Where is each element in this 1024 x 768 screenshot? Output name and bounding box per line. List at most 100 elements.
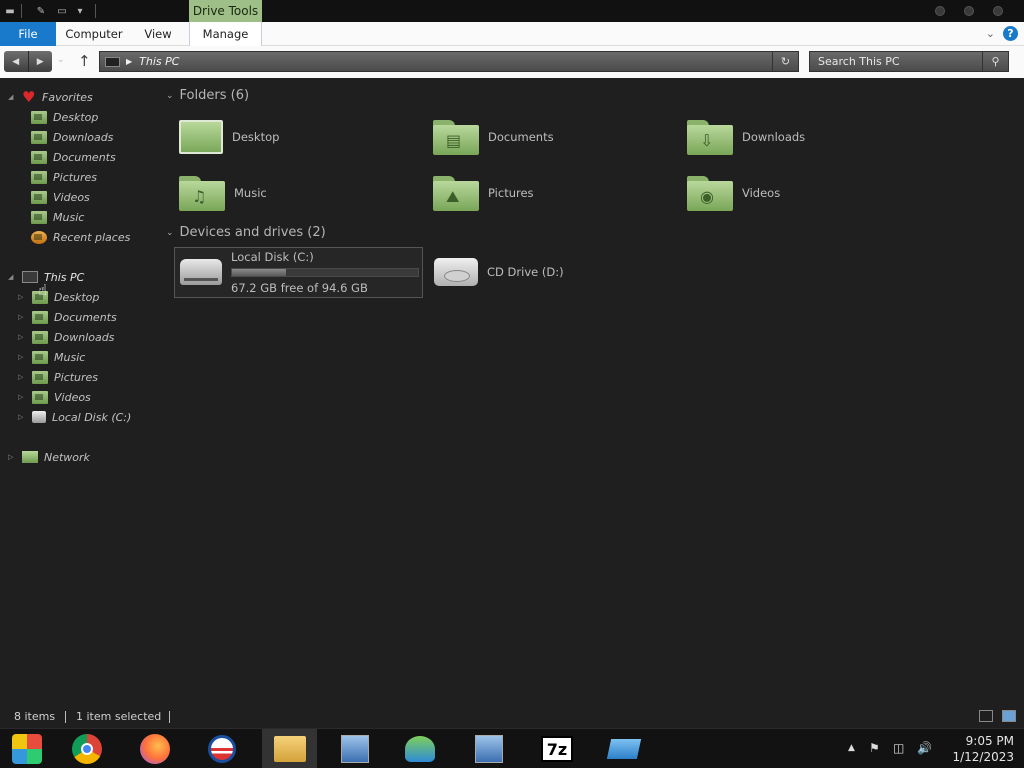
- breadcrumb-this-pc[interactable]: This PC: [139, 55, 179, 68]
- nav-pc-desktop[interactable]: ▷ Desktop: [18, 288, 99, 306]
- hard-drive-icon: [32, 411, 46, 423]
- details-view-icon[interactable]: [979, 710, 993, 722]
- folder-label: Music: [234, 186, 267, 200]
- properties-icon[interactable]: ✎: [33, 3, 49, 19]
- nav-label: Music: [54, 350, 86, 364]
- clock-date: 1/12/2023: [952, 750, 1014, 764]
- 7zip-icon[interactable]: 7z: [534, 729, 580, 768]
- recent-locations-icon[interactable]: ⌄: [57, 55, 65, 65]
- nav-label: Desktop: [54, 290, 100, 304]
- expand-arrow-icon[interactable]: ▷: [18, 293, 26, 301]
- network-setup-icon[interactable]: [332, 729, 378, 768]
- nav-pc-downloads[interactable]: ▷ Downloads: [18, 328, 114, 346]
- search-box[interactable]: ⚲: [809, 51, 1009, 72]
- nav-network[interactable]: ▷ Network: [8, 448, 90, 466]
- nav-pc-documents[interactable]: ▷ Documents: [18, 308, 117, 326]
- videos-folder-icon: [31, 190, 47, 204]
- nav-pc-videos[interactable]: ▷ Videos: [18, 388, 91, 406]
- address-bar[interactable]: ▶ This PC ↻: [99, 51, 799, 72]
- folder-desktop[interactable]: Desktop: [179, 115, 279, 159]
- forward-button[interactable]: ▶: [29, 51, 53, 72]
- obama-campaign-icon[interactable]: [199, 729, 245, 768]
- item-count: 8 items: [14, 710, 56, 723]
- nav-fav-music[interactable]: Music: [31, 208, 84, 226]
- file-explorer-icon[interactable]: [262, 729, 317, 768]
- music-folder-icon: ♫: [179, 174, 225, 212]
- expand-arrow-icon[interactable]: ▷: [8, 453, 16, 461]
- nav-label: Favorites: [42, 90, 93, 104]
- folders-group-header[interactable]: ⌄ Folders (6): [166, 88, 249, 103]
- back-button[interactable]: ◀: [4, 51, 29, 72]
- folder-documents[interactable]: ▤ Documents: [433, 115, 554, 159]
- chrome-icon[interactable]: [64, 729, 110, 768]
- nav-fav-desktop[interactable]: Desktop: [31, 108, 98, 126]
- nav-label: Documents: [54, 310, 117, 324]
- expand-arrow-icon[interactable]: ▷: [18, 373, 26, 381]
- nav-fav-pictures[interactable]: Pictures: [31, 168, 97, 186]
- computer-icon: [22, 271, 38, 283]
- expand-arrow-icon[interactable]: ▷: [18, 393, 26, 401]
- folder-music[interactable]: ♫ Music: [179, 171, 267, 215]
- collapse-arrow-icon[interactable]: ◢: [8, 93, 16, 101]
- expand-arrow-icon[interactable]: ▷: [18, 333, 26, 341]
- show-hidden-icons-icon[interactable]: ▲: [848, 743, 855, 753]
- tab-view[interactable]: View: [134, 22, 182, 46]
- clock[interactable]: 9:05 PM 1/12/2023: [952, 733, 1014, 765]
- minimize-button[interactable]: [935, 6, 945, 16]
- ribbon-tabs: File Computer View Manage ⌄ ?: [0, 22, 1024, 46]
- breadcrumb-chevron-icon[interactable]: ▶: [126, 57, 132, 66]
- nav-fav-videos[interactable]: Videos: [31, 188, 90, 206]
- expand-ribbon-icon[interactable]: ⌄: [986, 27, 995, 40]
- volume-icon[interactable]: 🔊: [917, 741, 932, 755]
- drive-cd-d[interactable]: CD Drive (D:): [434, 250, 564, 294]
- folder-pictures[interactable]: ⛰ Pictures: [433, 171, 534, 215]
- virtual-drive-icon[interactable]: [601, 729, 647, 768]
- divider: [169, 711, 170, 723]
- refresh-icon[interactable]: ↻: [772, 52, 798, 71]
- search-icon[interactable]: ⚲: [982, 52, 1008, 71]
- customize-toolbar-icon[interactable]: ▾: [75, 3, 85, 19]
- up-arrow-icon[interactable]: ↑: [78, 52, 91, 70]
- pictures-folder-icon: ⛰: [433, 174, 479, 212]
- music-folder-icon: [32, 350, 48, 364]
- drive-usage-bar: [231, 267, 419, 277]
- drive-usage-fill: [232, 268, 286, 276]
- nav-pc-local-disk[interactable]: ▷ Local Disk (C:): [18, 408, 131, 426]
- system-menu-icon[interactable]: ▬: [4, 3, 16, 19]
- nav-favorites[interactable]: ◢ ♥ Favorites: [8, 88, 93, 106]
- nav-fav-documents[interactable]: Documents: [31, 148, 116, 166]
- maximize-button[interactable]: [964, 6, 974, 16]
- close-button[interactable]: [993, 6, 1003, 16]
- collapse-chevron-icon[interactable]: ⌄: [166, 91, 174, 101]
- drive-label: Local Disk (C:): [231, 249, 314, 264]
- nav-pc-music[interactable]: ▷ Music: [18, 348, 85, 366]
- nav-pc-pictures[interactable]: ▷ Pictures: [18, 368, 98, 386]
- start-icon[interactable]: [4, 729, 50, 768]
- collapse-arrow-icon[interactable]: ◢: [8, 273, 16, 281]
- expand-arrow-icon[interactable]: ▷: [18, 413, 26, 421]
- people-icon[interactable]: [397, 729, 443, 768]
- tab-file[interactable]: File: [0, 22, 56, 46]
- new-folder-icon[interactable]: ▭: [55, 3, 69, 19]
- network-status-icon[interactable]: ◫: [893, 741, 904, 755]
- nav-fav-recent-places[interactable]: Recent places: [31, 228, 130, 246]
- action-center-flag-icon[interactable]: ⚑: [869, 741, 880, 755]
- expand-arrow-icon[interactable]: ▷: [18, 353, 26, 361]
- tab-computer[interactable]: Computer: [60, 22, 128, 46]
- folder-downloads[interactable]: ⇩ Downloads: [687, 115, 805, 159]
- nav-fav-downloads[interactable]: Downloads: [31, 128, 113, 146]
- expand-arrow-icon[interactable]: ▷: [18, 313, 26, 321]
- folder-label: Pictures: [488, 186, 534, 200]
- devices-group-header[interactable]: ⌄ Devices and drives (2): [166, 225, 326, 240]
- tab-manage[interactable]: Manage: [189, 22, 262, 46]
- help-icon[interactable]: ?: [1003, 26, 1018, 41]
- computer-icon: [105, 56, 120, 67]
- folder-videos[interactable]: ◉ Videos: [687, 171, 780, 215]
- search-input[interactable]: [810, 55, 980, 68]
- large-icons-view-icon[interactable]: [1002, 710, 1016, 722]
- videos-folder-icon: [32, 390, 48, 404]
- collapse-chevron-icon[interactable]: ⌄: [166, 228, 174, 238]
- network-setup-icon-2[interactable]: [466, 729, 512, 768]
- firefox-icon[interactable]: [132, 729, 178, 768]
- navigation-pane: ◢ ♥ Favorites Desktop Downloads Document…: [0, 78, 160, 698]
